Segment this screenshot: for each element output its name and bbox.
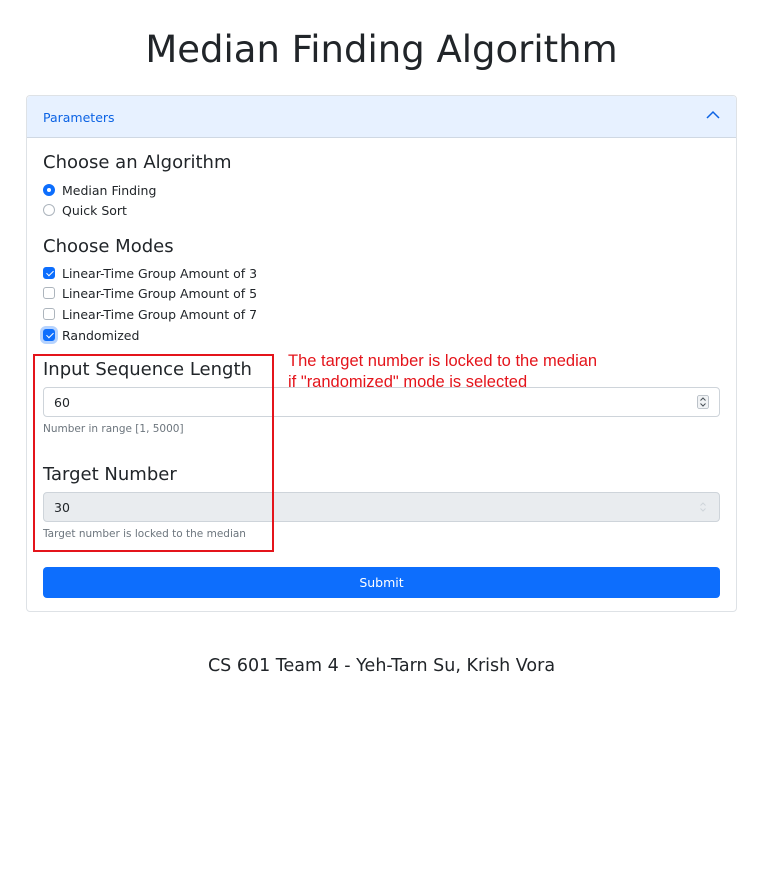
page: Median Finding Algorithm Parameters Choo… bbox=[0, 0, 763, 890]
radio-quick-sort[interactable]: Quick Sort bbox=[43, 202, 127, 218]
radio-button[interactable] bbox=[43, 204, 55, 216]
modes-heading: Choose Modes bbox=[43, 236, 174, 257]
radio-median-finding[interactable]: Median Finding bbox=[43, 182, 156, 198]
radio-button[interactable] bbox=[43, 184, 55, 196]
accordion-header-label: Parameters bbox=[43, 110, 115, 125]
radio-label: Quick Sort bbox=[62, 202, 127, 218]
annotation-line-2: if "randomized" mode is selected bbox=[288, 373, 528, 391]
checkbox[interactable] bbox=[43, 287, 55, 299]
annotation-highlight-box bbox=[33, 354, 274, 552]
footer-credits: CS 601 Team 4 - Yeh-Tarn Su, Krish Vora bbox=[207, 656, 556, 676]
checkbox[interactable] bbox=[43, 267, 55, 279]
checkbox-label: Linear-Time Group Amount of 5 bbox=[62, 285, 258, 301]
accordion-header[interactable]: Parameters bbox=[27, 96, 736, 138]
checkbox-group-3[interactable]: Linear-Time Group Amount of 3 bbox=[43, 265, 257, 281]
checkbox-label: Randomized bbox=[62, 327, 140, 343]
checkbox-label: Linear-Time Group Amount of 7 bbox=[62, 306, 258, 322]
annotation-note: The target number is locked to the media… bbox=[288, 351, 708, 393]
spinner-icon[interactable] bbox=[697, 395, 709, 409]
submit-button[interactable]: Submit bbox=[43, 567, 720, 598]
algorithm-heading: Choose an Algorithm bbox=[43, 152, 232, 173]
checkbox-group-5[interactable]: Linear-Time Group Amount of 5 bbox=[43, 285, 257, 301]
checkbox[interactable] bbox=[43, 329, 55, 341]
radio-label: Median Finding bbox=[62, 182, 157, 198]
checkbox-group-7[interactable]: Linear-Time Group Amount of 7 bbox=[43, 306, 257, 322]
annotation-line-1: The target number is locked to the media… bbox=[288, 352, 598, 370]
checkbox-label: Linear-Time Group Amount of 3 bbox=[62, 265, 258, 281]
chevron-up-icon[interactable] bbox=[706, 110, 720, 120]
checkbox-randomized[interactable]: Randomized bbox=[43, 327, 139, 343]
spinner-icon bbox=[700, 502, 706, 512]
checkbox[interactable] bbox=[43, 308, 55, 320]
page-title: Median Finding Algorithm bbox=[145, 28, 618, 71]
